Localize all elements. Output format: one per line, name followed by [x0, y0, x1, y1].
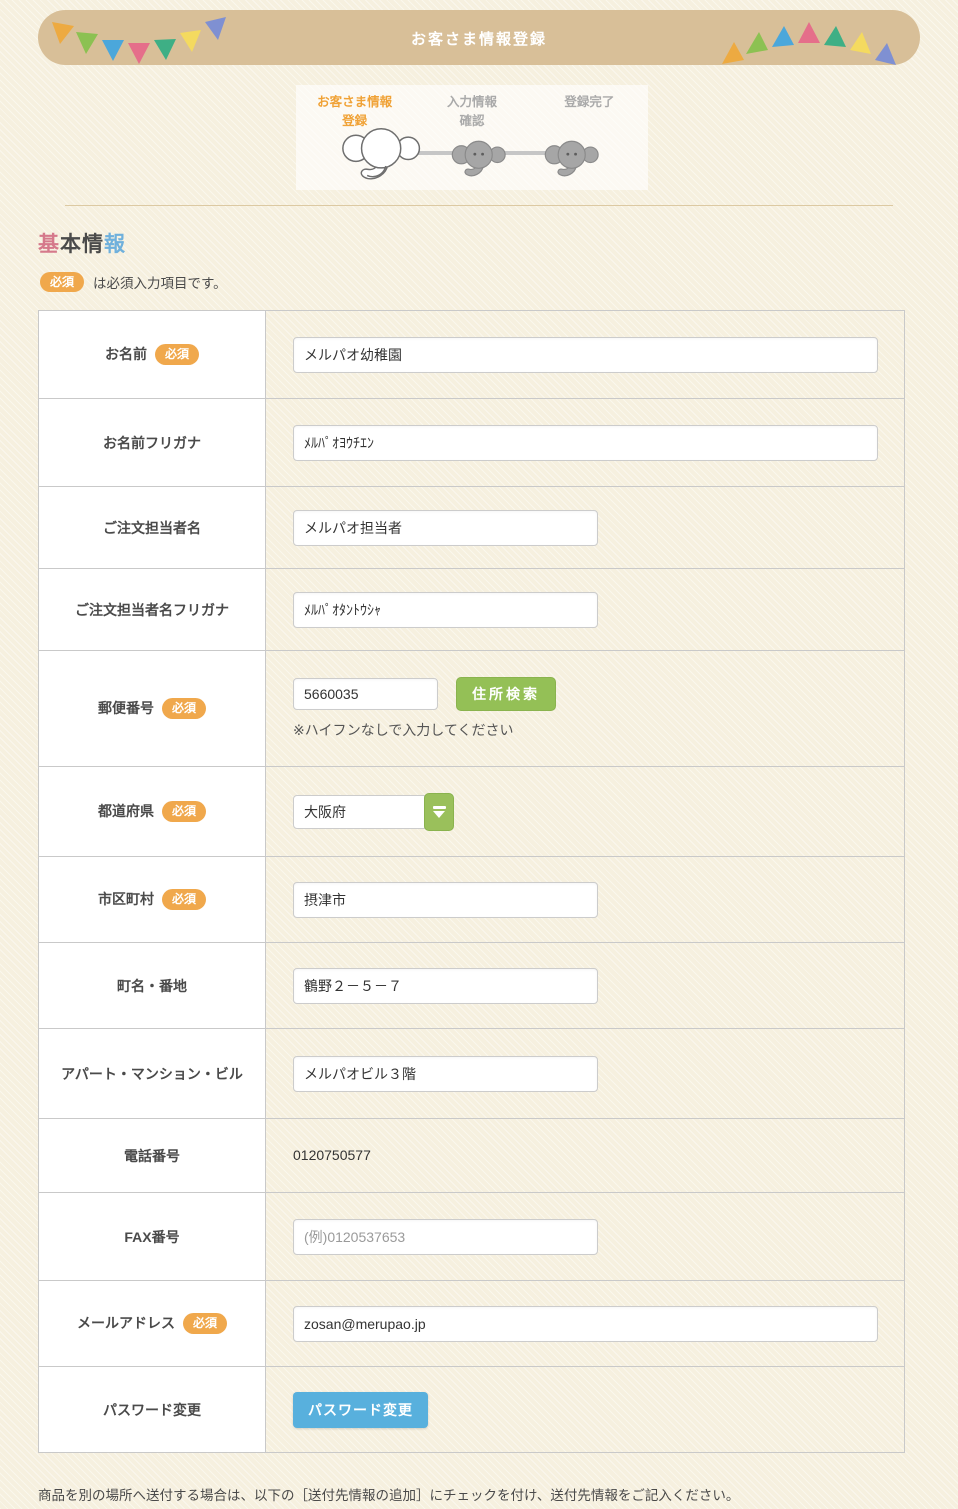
table-row: 都道府県必須 大阪府 [39, 767, 905, 857]
customer-info-table: お名前必須 お名前フリガナ ご注文担当者名 ご注文担当者名フリガナ 郵便番号必須… [38, 310, 905, 1453]
address-search-button[interactable]: 住所検索 [456, 677, 556, 711]
required-badge: 必須 [162, 698, 206, 718]
table-row: アパート・マンション・ビル [39, 1029, 905, 1119]
chevron-down-icon[interactable] [424, 793, 454, 831]
postal-code-note: ※ハイフンなしで入力してください [293, 720, 904, 740]
bunting-flags-right-icon [718, 16, 908, 76]
table-row: ご注文担当者名フリガナ [39, 569, 905, 651]
prefecture-select[interactable]: 大阪府 [293, 793, 904, 831]
field-label-fax: FAX番号 [124, 1227, 179, 1247]
required-legend: 必須 は必須入力項目です。 [40, 272, 227, 292]
required-badge: 必須 [183, 1313, 227, 1333]
field-label-prefecture: 都道府県 [98, 801, 154, 821]
elephant-step2-icon [451, 137, 509, 179]
city-input[interactable] [293, 882, 598, 918]
field-label-postal-code: 郵便番号 [98, 698, 154, 718]
field-label-street: 町名・番地 [117, 976, 187, 996]
field-label-name: お名前 [105, 344, 147, 364]
required-legend-text: は必須入力項目です。 [93, 272, 227, 292]
field-label-phone: 電話番号 [124, 1146, 180, 1166]
phone-number-value: 0120750577 [293, 1147, 371, 1163]
field-label-city: 市区町村 [98, 889, 154, 909]
section-title-basic-info: 基本情報 [38, 228, 126, 258]
required-badge: 必須 [162, 889, 206, 909]
required-badge: 必須 [155, 344, 199, 364]
step-label-confirm: 入力情報確認 [413, 93, 530, 131]
postal-code-input[interactable] [293, 678, 438, 710]
page-header: お客さま情報登録 [38, 10, 920, 65]
field-label-contact-person-kana: ご注文担当者名フリガナ [75, 600, 229, 620]
shipping-instruction-note: 商品を別の場所へ送付する場合は、以下の［送付先情報の追加］にチェックを付け、送付… [38, 1484, 739, 1504]
table-row: ご注文担当者名 [39, 487, 905, 569]
building-input[interactable] [293, 1056, 598, 1092]
table-row: お名前フリガナ [39, 399, 905, 487]
street-input[interactable] [293, 968, 598, 1004]
elephant-step1-icon [341, 123, 425, 183]
table-row: 郵便番号必須 住所検索 ※ハイフンなしで入力してください [39, 651, 905, 767]
table-row: 町名・番地 [39, 943, 905, 1029]
field-label-name-kana: お名前フリガナ [103, 433, 201, 453]
table-row: メールアドレス必須 [39, 1281, 905, 1367]
table-row: お名前必須 [39, 311, 905, 399]
password-change-button[interactable]: パスワード変更 [293, 1392, 428, 1428]
required-badge: 必須 [162, 801, 206, 821]
section-divider [65, 205, 893, 206]
table-row: FAX番号 [39, 1193, 905, 1281]
name-input[interactable] [293, 337, 878, 373]
table-row: 市区町村必須 [39, 857, 905, 943]
field-label-password-change: パスワード変更 [103, 1400, 201, 1420]
customer-registration-page: お客さま情報登録 お客さま情報登録 入力情報確認 登録完了 [0, 0, 958, 1509]
step-label-complete: 登録完了 [531, 93, 648, 131]
fax-input[interactable] [293, 1219, 598, 1255]
field-label-contact-person: ご注文担当者名 [103, 518, 201, 538]
contact-person-kana-input[interactable] [293, 592, 598, 628]
email-input[interactable] [293, 1306, 878, 1342]
table-row: パスワード変更 パスワード変更 [39, 1367, 905, 1453]
table-row: 電話番号 0120750577 [39, 1119, 905, 1193]
elephant-step3-icon [544, 137, 602, 179]
field-label-building: アパート・マンション・ビル [61, 1064, 243, 1084]
required-badge: 必須 [40, 272, 84, 292]
progress-steps: お客さま情報登録 入力情報確認 登録完了 [296, 85, 648, 190]
prefecture-selected-value: 大阪府 [293, 795, 425, 829]
name-kana-input[interactable] [293, 425, 878, 461]
contact-person-input[interactable] [293, 510, 598, 546]
field-label-email: メールアドレス [77, 1313, 175, 1333]
